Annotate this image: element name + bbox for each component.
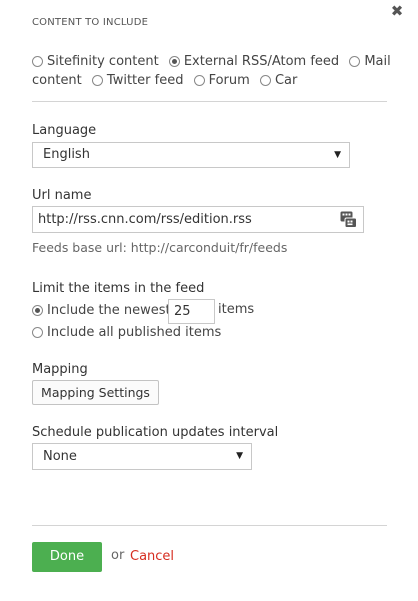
limit-newest-row: Include the newest (32, 303, 171, 318)
schedule-interval-select[interactable]: None ▼ (32, 443, 252, 470)
limit-items-label: Limit the items in the feed (32, 281, 205, 296)
content-type-line-2: content Twitter feed Forum Car (32, 73, 303, 88)
radio-label: Mail (364, 54, 391, 69)
radio-mail-content[interactable]: Mail (349, 54, 391, 69)
url-name-label: Url name (32, 188, 92, 203)
footer-divider (32, 525, 387, 526)
radio-label: External RSS/Atom feed (183, 54, 340, 69)
include-all-label: Include all published items (47, 325, 222, 340)
chevron-down-icon: ▼ (236, 451, 243, 461)
radio-circle[interactable] (91, 75, 103, 86)
radio-sitefinity-content[interactable]: Sitefinity content (32, 54, 159, 69)
url-name-input[interactable]: http://rss.cnn.com/rss/edition.rss (32, 206, 364, 233)
feeds-base-url-hint: Feeds base url: http://carconduit/fr/fee… (32, 240, 288, 255)
items-suffix: items (218, 302, 255, 317)
language-selected-value: English (43, 147, 90, 162)
schedule-label: Schedule publication updates interval (32, 425, 279, 440)
radio-include-all[interactable] (32, 327, 43, 338)
mapping-settings-button[interactable]: Mapping Settings (32, 380, 159, 405)
schedule-selected-value: None (43, 449, 77, 464)
or-text: or (111, 548, 125, 563)
url-name-value: http://rss.cnn.com/rss/edition.rss (38, 212, 252, 227)
radio-label: Car (274, 73, 298, 88)
newest-count-value: 25 (174, 304, 191, 319)
radio-circle[interactable] (349, 56, 361, 67)
language-label: Language (32, 123, 97, 138)
radio-circle[interactable] (259, 75, 271, 86)
done-button[interactable]: Done (32, 542, 102, 572)
close-icon[interactable]: ✖ (390, 4, 404, 19)
section-title: CONTENT TO INCLUDE (32, 17, 149, 28)
radio-external-rss[interactable]: External RSS/Atom feed (168, 54, 340, 69)
content-type-line-1: Sitefinity content External RSS/Atom fee… (32, 54, 391, 69)
limit-all-row: Include all published items (32, 325, 221, 340)
radio-label: Twitter feed (106, 73, 184, 88)
divider (32, 101, 387, 102)
language-select[interactable]: English ▼ (32, 142, 350, 168)
chevron-down-icon: ▼ (334, 150, 341, 160)
feed-selector-icon[interactable] (340, 211, 357, 228)
radio-car[interactable]: Car (259, 73, 298, 88)
radio-forum[interactable]: Forum (193, 73, 250, 88)
radio-mail-content-continued[interactable]: content (32, 73, 82, 88)
radio-include-newest[interactable] (32, 305, 43, 316)
cancel-link[interactable]: Cancel (130, 549, 174, 564)
radio-label: Forum (208, 73, 250, 88)
radio-circle[interactable] (32, 56, 43, 67)
mapping-label: Mapping (32, 362, 88, 377)
radio-label: content (32, 73, 82, 88)
radio-circle[interactable] (193, 75, 205, 86)
radio-label: Sitefinity content (47, 54, 159, 69)
newest-count-input[interactable]: 25 (168, 299, 215, 324)
radio-twitter-feed[interactable]: Twitter feed (91, 73, 184, 88)
radio-circle-checked[interactable] (168, 56, 180, 67)
include-newest-label: Include the newest (47, 303, 171, 318)
